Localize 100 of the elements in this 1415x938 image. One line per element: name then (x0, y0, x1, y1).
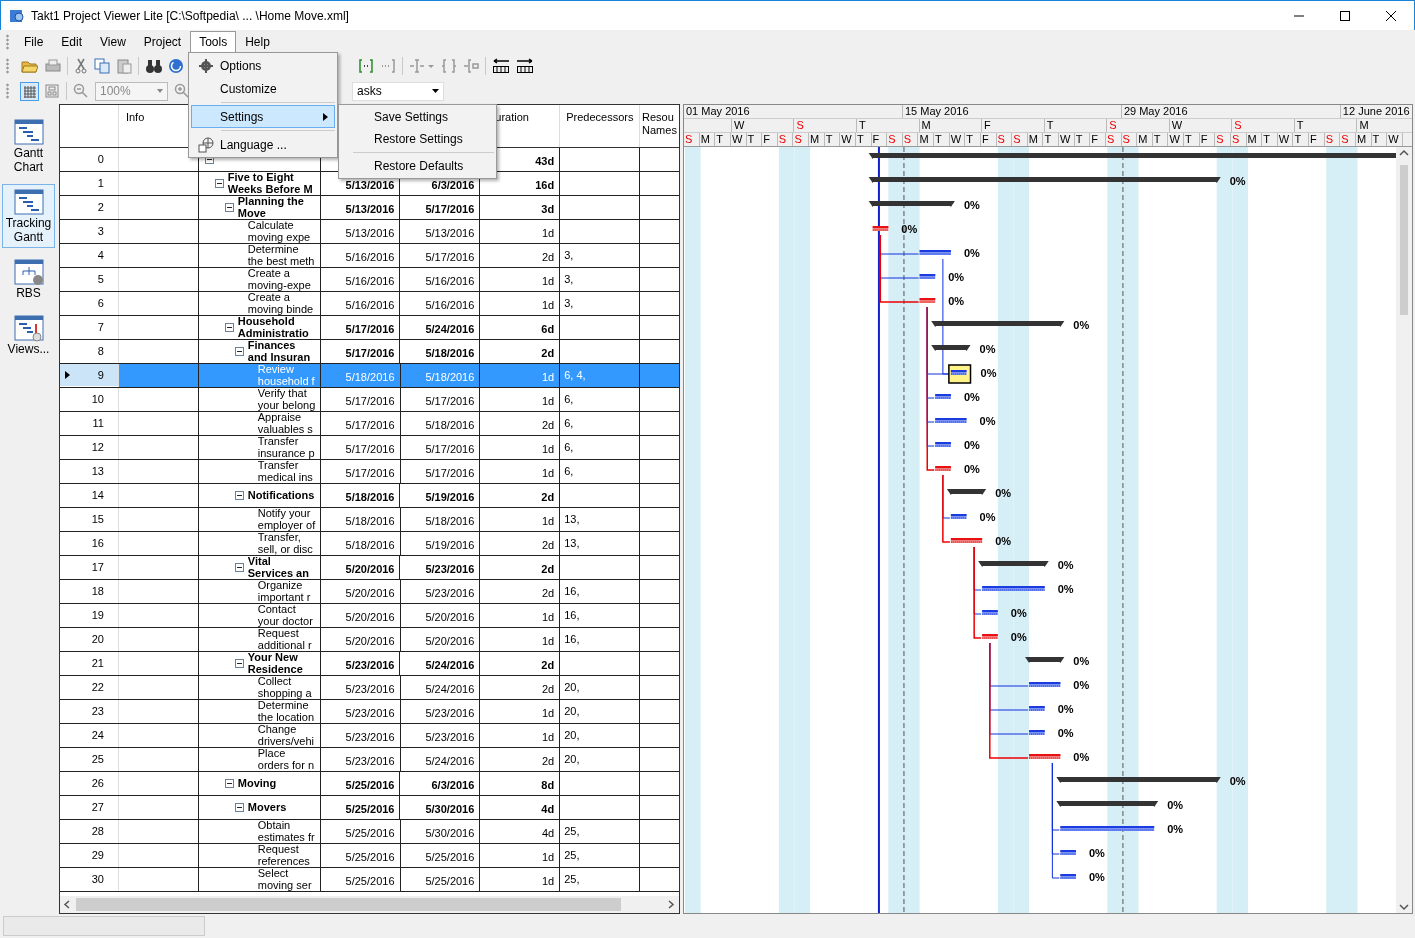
table-row[interactable]: 28 Obtain estimates fr 5/25/2016 5/30/2016 4d 25, (60, 819, 679, 844)
collapse-icon[interactable] (234, 658, 244, 668)
task-bar[interactable] (919, 274, 936, 279)
table-row[interactable]: 24 Change drivers/vehi 5/23/2016 5/23/2016 1d 20, (60, 723, 679, 748)
view-button[interactable]: RBS (2, 254, 55, 304)
menu-item[interactable]: Settings (191, 105, 335, 128)
table-row[interactable]: 29 Request references 5/25/2016 5/25/2016 1d 25, (60, 843, 679, 868)
column-header[interactable]: Info (125, 111, 145, 123)
menu-item[interactable]: Tools (190, 31, 237, 52)
task-bar[interactable] (1059, 874, 1077, 879)
task-bar[interactable] (934, 442, 952, 447)
menu-item[interactable]: File (15, 30, 53, 53)
task-bar[interactable] (934, 418, 967, 423)
view-button[interactable]: Tracking Gantt (2, 184, 55, 248)
column-header[interactable]: Resou Names (642, 111, 677, 137)
gear-icon[interactable] (198, 57, 214, 74)
table-row[interactable]: 26 Moving 5/25/2016 6/3/2016 8d (60, 771, 679, 796)
summary-bar[interactable] (1056, 801, 1159, 807)
task-bar[interactable] (948, 364, 972, 384)
maximize-icon[interactable] (1340, 10, 1350, 21)
table-row[interactable]: 15 Notify your employer of 5/18/2016 5/18/2016 1d 13, (60, 507, 679, 532)
table-row[interactable]: 7 Household Administratio 5/17/2016 5/24/2016 6d (60, 315, 679, 340)
summary-bar[interactable] (1056, 777, 1221, 783)
table-row[interactable]: 21 Your New Residence 5/23/2016 5/24/2016 2d (60, 651, 679, 676)
table-row[interactable]: 3 Calculate moving expe 5/13/2016 5/13/2016 1d (60, 219, 679, 244)
copy-icon[interactable] (94, 57, 110, 74)
menu-item[interactable]: Project (134, 30, 191, 53)
globe-icon[interactable] (198, 136, 214, 153)
collapse-icon[interactable] (234, 802, 244, 812)
scissors-icon[interactable] (74, 57, 88, 74)
task-bar[interactable] (1028, 682, 1061, 687)
task-bar[interactable] (919, 250, 952, 255)
table-row[interactable]: 27 Movers 5/25/2016 5/30/2016 4d (60, 795, 679, 820)
view-button[interactable]: Gantt Chart (2, 114, 55, 178)
menu-item[interactable]: Edit (52, 30, 92, 53)
views-icon[interactable] (12, 314, 45, 342)
menu-item[interactable]: Options (191, 54, 335, 77)
grid-view-icon[interactable] (21, 82, 38, 100)
menu-item[interactable]: Language ... (191, 133, 335, 156)
table-row[interactable]: 20 Request additional r 5/20/2016 5/20/2016 1d 16, (60, 627, 679, 652)
tracking-gantt-icon[interactable] (12, 188, 45, 216)
column-header[interactable]: Predecessors (566, 111, 634, 123)
menu-item[interactable]: Restore Settings (341, 128, 494, 150)
collapse-icon[interactable] (234, 490, 244, 500)
summary-bar[interactable] (978, 561, 1049, 567)
table-row[interactable]: 5 Create a moving-expe 5/16/2016 5/16/2016 1d 3, (60, 267, 679, 292)
task-bar[interactable] (981, 610, 999, 615)
table-row[interactable]: 2 Planning the Move 5/13/2016 5/17/2016 3d (60, 195, 679, 220)
table-row[interactable]: 9 Review household f 5/18/2016 5/18/2016 1d 6, 4, (60, 363, 679, 388)
table-row[interactable]: 19 Contact your doctor 5/20/2016 5/20/2016 1d 16, (60, 603, 679, 628)
scrollbar-thumb[interactable] (76, 898, 621, 911)
close-icon[interactable] (1386, 10, 1396, 21)
column-left-icon[interactable] (492, 57, 510, 74)
task-bar[interactable] (1028, 706, 1046, 711)
table-row[interactable]: 25 Place orders for n 5/23/2016 5/24/2016 2d 20, (60, 747, 679, 772)
menu-item[interactable]: Customize (191, 77, 335, 100)
summary-bar[interactable] (868, 177, 1221, 183)
table-row[interactable]: 8 Finances and Insuran 5/17/2016 5/18/2016 2d (60, 339, 679, 364)
table-row[interactable]: 16 Transfer, sell, or disc 5/18/2016 5/19/2016 2d 13, (60, 531, 679, 556)
task-bar[interactable] (1028, 730, 1046, 735)
table-row[interactable]: 6 Create a moving binde 5/16/2016 5/16/2016 1d 3, (60, 291, 679, 316)
task-bar[interactable] (950, 514, 967, 519)
table-row[interactable]: 14 Notifications 5/18/2016 5/19/2016 2d (60, 483, 679, 508)
collapse-icon[interactable] (224, 778, 234, 788)
collapse-icon[interactable] (224, 322, 234, 332)
table-row[interactable]: 18 Organize important r 5/20/2016 5/23/2016 2d 16, (60, 579, 679, 604)
collapse-icon[interactable] (234, 346, 244, 356)
table-row[interactable]: 22 Collect shopping a 5/23/2016 5/24/2016 2d 20, (60, 675, 679, 700)
menu-item[interactable]: View (91, 30, 135, 53)
help-icon[interactable] (168, 57, 184, 74)
menu-item[interactable]: Save Settings (341, 106, 494, 128)
task-bar[interactable] (934, 394, 952, 399)
menu-item[interactable]: Help (236, 30, 279, 53)
collapse-icon[interactable] (224, 202, 234, 212)
summary-bar[interactable] (931, 345, 971, 351)
table-row[interactable]: 10 Verify that your belong 5/17/2016 5/17/2016 1d 6, (60, 387, 679, 412)
task-bar[interactable] (1059, 850, 1077, 855)
dotted-bracket-icon[interactable] (380, 57, 396, 74)
scroll-down-icon[interactable] (1398, 901, 1410, 913)
view-button[interactable]: Views... (2, 310, 55, 360)
scrollbar-thumb[interactable] (1400, 165, 1408, 315)
summary-bar[interactable] (931, 321, 1065, 327)
table-row[interactable]: 12 Transfer insurance p 5/17/2016 5/17/2016 1d 6, (60, 435, 679, 460)
filter-dropdown[interactable]: asks (352, 81, 444, 101)
gantt-chart-icon[interactable] (12, 118, 45, 146)
collapse-icon[interactable] (234, 562, 244, 572)
table-row[interactable]: 13 Transfer medical ins 5/17/2016 5/17/2016 1d 6, (60, 459, 679, 484)
collapse-icon[interactable] (214, 178, 224, 188)
zoom-in-icon[interactable] (174, 83, 190, 99)
task-bar[interactable] (981, 586, 1046, 591)
summary-bar[interactable] (946, 489, 987, 495)
table-row[interactable]: 11 Appraise valuables s 5/17/2016 5/18/2016 2d 6, (60, 411, 679, 436)
table-row[interactable]: 4 Determine the best meth 5/16/2016 5/17/2016 2d 3, (60, 243, 679, 268)
summary-bar[interactable] (868, 201, 955, 207)
summary-bar[interactable] (1025, 657, 1065, 663)
binoculars-icon[interactable] (145, 57, 162, 74)
app-icon[interactable] (9, 7, 25, 24)
table-row[interactable]: 30 Select moving ser 5/25/2016 5/25/2016 1d 25, (60, 867, 679, 892)
table-row[interactable]: 17 Vital Services an 5/20/2016 5/23/2016 2d (60, 555, 679, 580)
table-row[interactable]: 23 Determine the location 5/23/2016 5/23/2016 1d 20, (60, 699, 679, 724)
